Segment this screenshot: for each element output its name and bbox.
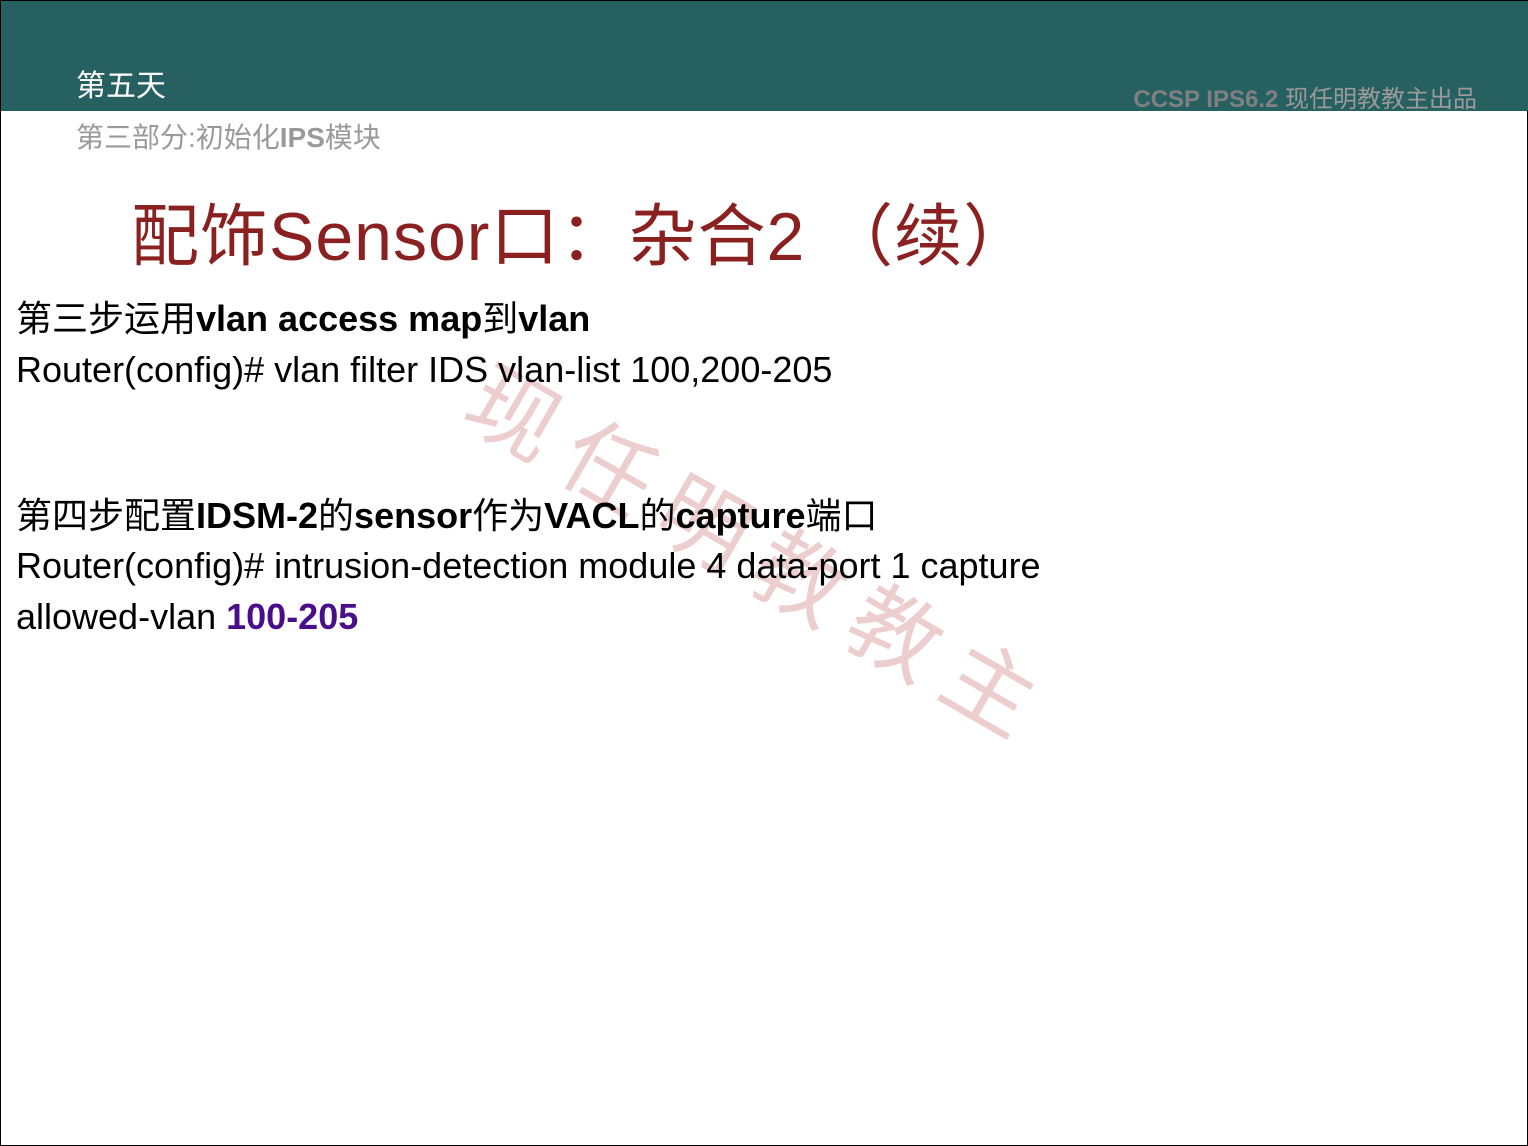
spacer xyxy=(16,398,1476,493)
step4-mid3: 的 xyxy=(639,495,675,536)
day-label: 第五天 xyxy=(76,61,166,105)
section-subtitle: 第三部分:初始化IPS模块 xyxy=(76,116,381,156)
step4-prefix: 第四步配置 xyxy=(16,495,196,536)
step4-code2-prefix: allowed-vlan xyxy=(16,596,226,637)
step4-code2-highlight: 100-205 xyxy=(226,596,358,637)
subtitle-suffix: 模块 xyxy=(325,122,381,153)
step4-bold1: IDSM-2 xyxy=(196,495,318,536)
step4-mid2: 作为 xyxy=(472,495,544,536)
step4-suffix: 端口 xyxy=(806,495,878,536)
step4-code-line1: Router(config)# intrusion-detection modu… xyxy=(16,543,1476,590)
course-author-label: CCSP IPS6.2 现任明教教主出品 xyxy=(1133,79,1477,114)
step3-mid: 到 xyxy=(482,298,518,339)
header-accent-block xyxy=(1,1,51,111)
author-name: 现任明教教主出品 xyxy=(1285,86,1477,113)
slide-title: 配饰Sensor口：杂合2 （续） xyxy=(131,181,1032,280)
slide-container: 第五天 CCSP IPS6.2 现任明教教主出品 第三部分:初始化IPS模块 现… xyxy=(0,0,1528,1146)
step3-prefix: 第三步运用 xyxy=(16,298,196,339)
step4-mid1: 的 xyxy=(318,495,354,536)
step3-heading: 第三步运用vlan access map到vlan xyxy=(16,296,1476,343)
step4-bold3: VACL xyxy=(544,495,639,536)
course-code: CCSP IPS6.2 xyxy=(1133,86,1278,113)
step4-bold4: capture xyxy=(675,495,805,536)
step3-code: Router(config)# vlan filter IDS vlan-lis… xyxy=(16,347,1476,394)
subtitle-prefix: 第三部分:初始化 xyxy=(76,122,280,153)
step4-heading: 第四步配置IDSM-2的sensor作为VACL的capture端口 xyxy=(16,493,1476,540)
step3-bold2: vlan xyxy=(518,298,590,339)
content-body: 第三步运用vlan access map到vlan Router(config)… xyxy=(16,296,1476,645)
subtitle-bold: IPS xyxy=(280,122,325,153)
step3-bold1: vlan access map xyxy=(196,298,482,339)
step4-code-line2: allowed-vlan 100-205 xyxy=(16,594,1476,641)
step4-bold2: sensor xyxy=(354,495,472,536)
